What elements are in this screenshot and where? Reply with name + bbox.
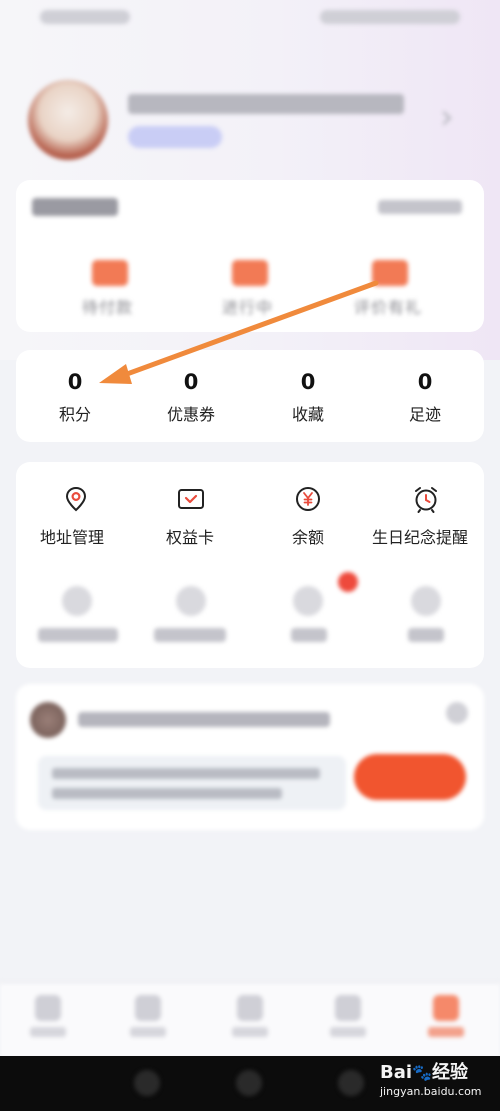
promo-avatar <box>30 702 66 738</box>
yuan-coin-icon <box>296 487 320 511</box>
watermark-brand-suffix: 经验 <box>431 1062 468 1083</box>
tab-menu-label <box>130 1027 166 1037</box>
benefit-card-icon <box>178 489 204 509</box>
watermark-brand: Bai <box>380 1062 413 1083</box>
orders-card: 待付款 进行中 评价有礼 <box>16 180 484 332</box>
profile-icon <box>433 995 459 1021</box>
back-icon[interactable] <box>134 1070 160 1096</box>
promo-description-line <box>52 768 320 779</box>
watermark: Bai🐾经验 jingyan.baidu.com <box>380 1058 496 1098</box>
tool-benefit-card-label: 权益卡 <box>166 528 215 547</box>
tool-address-label: 地址管理 <box>40 528 105 547</box>
alarm-clock-icon <box>415 487 437 513</box>
all-orders-link[interactable] <box>378 200 462 214</box>
recents-icon[interactable] <box>338 1070 364 1096</box>
member-level-badge[interactable] <box>128 126 222 148</box>
tool-balance-label: 余额 <box>292 528 325 547</box>
status-bar-indicators <box>320 10 460 24</box>
location-pin-icon <box>65 486 87 512</box>
tools-card: 地址管理 权益卡 余额 生日纪念提醒 <box>16 462 484 668</box>
stat-points-label: 积分 <box>58 405 91 424</box>
tab-profile[interactable] <box>416 995 476 1037</box>
order-in-progress-label: 进行中 <box>222 298 274 317</box>
stat-favorites-label: 收藏 <box>291 405 324 424</box>
tab-order-label <box>232 1027 268 1037</box>
tool-second-row-label <box>154 628 226 642</box>
cart-icon <box>335 995 361 1021</box>
profile-header[interactable]: › <box>0 70 500 180</box>
status-bar <box>0 0 500 34</box>
tool-second-row-label <box>38 628 118 642</box>
info-icon[interactable] <box>176 586 206 616</box>
tab-menu[interactable] <box>118 995 178 1037</box>
stats-card: 0 积分 0 优惠券 0 收藏 0 足迹 <box>16 350 484 442</box>
promo-description-line <box>52 788 282 799</box>
stat-coupons-label: 优惠券 <box>166 405 215 424</box>
stat-favorites-value: 0 <box>300 370 316 394</box>
promo-title <box>78 712 330 727</box>
orders-title <box>32 198 118 216</box>
chevron-right-icon[interactable]: › <box>440 100 454 134</box>
paw-icon: 🐾 <box>412 1063 432 1082</box>
review-icon <box>372 260 408 286</box>
profile-nickname <box>128 94 404 114</box>
menu-icon <box>135 995 161 1021</box>
promo-description <box>38 756 346 810</box>
wallet-icon <box>92 260 128 286</box>
promo-action-button[interactable] <box>354 754 466 800</box>
avatar[interactable] <box>28 80 108 160</box>
tool-second-row-label <box>408 628 444 642</box>
order-icon <box>237 995 263 1021</box>
stat-footprints-value: 0 <box>417 370 433 394</box>
order-review-label: 评价有礼 <box>354 298 423 317</box>
tool-second-row-label <box>291 628 327 642</box>
order-pending-payment-label: 待付款 <box>82 298 134 317</box>
notification-badge <box>338 572 358 592</box>
tab-home-label <box>30 1027 66 1037</box>
tool-birthday-reminder-label: 生日纪念提醒 <box>372 528 469 547</box>
tab-cart-label <box>330 1027 366 1037</box>
settings-icon[interactable] <box>411 586 441 616</box>
truck-icon <box>232 260 268 286</box>
stat-coupons-value: 0 <box>183 370 199 394</box>
stat-points-value: 0 <box>67 370 83 394</box>
tab-home[interactable] <box>18 995 78 1037</box>
tab-cart[interactable] <box>318 995 378 1037</box>
tab-profile-label <box>428 1027 464 1037</box>
close-icon[interactable] <box>446 702 468 724</box>
bottom-tab-bar <box>0 982 500 1057</box>
tab-order[interactable] <box>220 995 280 1037</box>
home-icon <box>35 995 61 1021</box>
service-icon[interactable] <box>62 586 92 616</box>
watermark-logo: Bai🐾经验 <box>380 1058 496 1084</box>
promo-card <box>16 684 484 830</box>
home-button-icon[interactable] <box>236 1070 262 1096</box>
status-bar-carrier <box>40 10 130 24</box>
gift-icon[interactable] <box>293 586 323 616</box>
stat-footprints-label: 足迹 <box>408 405 441 424</box>
watermark-site: jingyan.baidu.com <box>380 1085 482 1098</box>
